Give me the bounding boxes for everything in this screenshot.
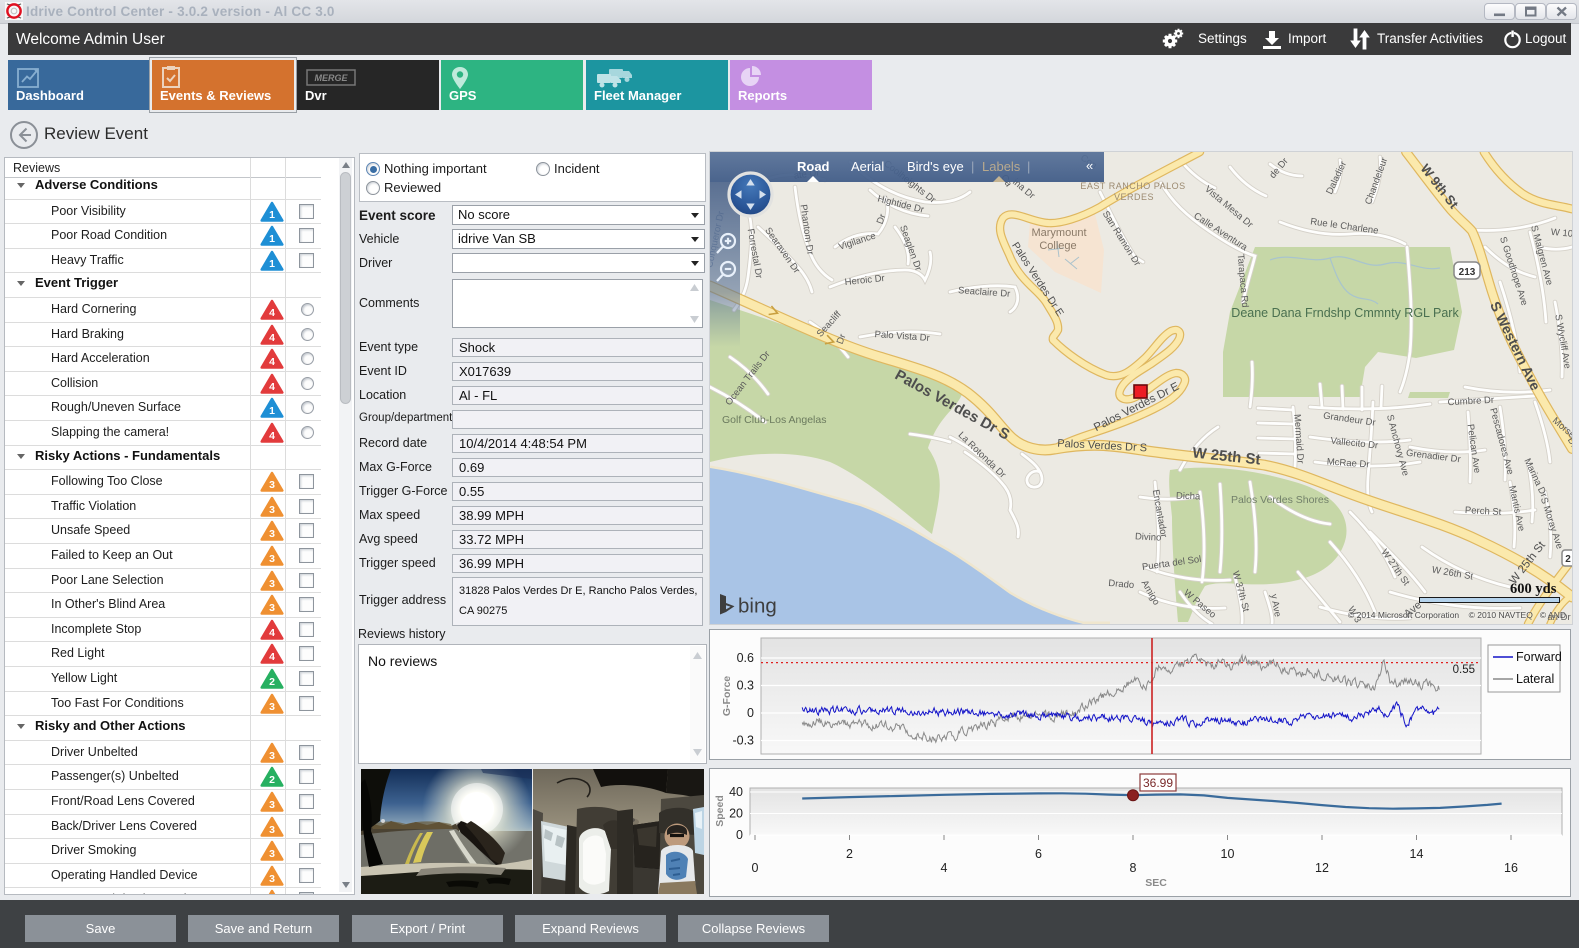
- svg-text:4: 4: [269, 651, 275, 663]
- svg-text:Speed: Speed: [714, 795, 726, 827]
- svg-text:4: 4: [269, 430, 275, 442]
- svg-text:6: 6: [1035, 847, 1042, 861]
- svg-text:EAST RANCHO PALOS: EAST RANCHO PALOS: [1080, 181, 1185, 191]
- svg-text:SEC: SEC: [1145, 877, 1167, 889]
- svg-text:4: 4: [269, 381, 275, 393]
- svg-text:3: 3: [269, 701, 275, 713]
- svg-text:3: 3: [269, 602, 275, 614]
- svg-text:4: 4: [269, 307, 275, 319]
- svg-text:2: 2: [1565, 554, 1571, 565]
- svg-text:MERGE: MERGE: [314, 73, 348, 83]
- svg-text:3: 3: [269, 553, 275, 565]
- svg-text:Divino: Divino: [1135, 531, 1162, 543]
- svg-text:3: 3: [269, 848, 275, 860]
- svg-text:20: 20: [729, 807, 743, 821]
- svg-text:3: 3: [269, 824, 275, 836]
- svg-text:0: 0: [747, 706, 754, 720]
- svg-text:VERDES: VERDES: [1114, 192, 1154, 202]
- svg-text:Marymount: Marymount: [1031, 227, 1086, 239]
- svg-text:0.55: 0.55: [1453, 664, 1475, 676]
- svg-text:Dicha: Dicha: [1176, 491, 1201, 503]
- svg-text:2: 2: [269, 774, 275, 786]
- svg-text:G-Force: G-Force: [721, 676, 733, 716]
- svg-text:213: 213: [1459, 267, 1476, 278]
- svg-text:12: 12: [1315, 861, 1329, 875]
- svg-text:1: 1: [269, 258, 275, 270]
- svg-text:40: 40: [729, 785, 743, 799]
- svg-text:Forward: Forward: [1516, 650, 1562, 664]
- svg-text:8: 8: [1130, 861, 1137, 875]
- svg-text:3: 3: [269, 479, 275, 491]
- svg-text:16: 16: [1504, 861, 1518, 875]
- svg-text:0.6: 0.6: [737, 651, 754, 665]
- svg-text:Lateral: Lateral: [1516, 672, 1554, 686]
- svg-text:1: 1: [269, 405, 275, 417]
- svg-text:Perch St: Perch St: [1465, 505, 1502, 518]
- svg-text:-0.3: -0.3: [732, 734, 754, 748]
- svg-text:bing: bing: [738, 595, 777, 618]
- svg-text:1: 1: [269, 209, 275, 221]
- svg-text:2: 2: [269, 676, 275, 688]
- svg-text:0.3: 0.3: [737, 679, 754, 693]
- svg-text:Palos Verdes Shores: Palos Verdes Shores: [1231, 494, 1329, 506]
- svg-text:3: 3: [269, 873, 275, 885]
- svg-text:10: 10: [1221, 847, 1235, 861]
- svg-text:4: 4: [269, 356, 275, 368]
- svg-text:W 10t: W 10t: [1550, 227, 1572, 240]
- svg-text:4: 4: [269, 627, 275, 639]
- svg-text:36.99: 36.99: [1143, 776, 1173, 790]
- svg-text:1: 1: [269, 233, 275, 245]
- svg-text:3: 3: [269, 528, 275, 540]
- svg-text:Deane Dana Frndshp Cmmnty RGL: Deane Dana Frndshp Cmmnty RGL Park: [1231, 306, 1459, 320]
- svg-text:3: 3: [269, 750, 275, 762]
- svg-text:College: College: [1039, 240, 1076, 252]
- svg-text:0: 0: [736, 828, 743, 842]
- svg-text:Golf Club-Los Angelas: Golf Club-Los Angelas: [722, 414, 826, 426]
- svg-text:3: 3: [269, 578, 275, 590]
- svg-text:Drado: Drado: [1108, 578, 1135, 591]
- svg-text:3: 3: [269, 799, 275, 811]
- svg-text:3: 3: [269, 504, 275, 516]
- svg-text:4: 4: [941, 861, 948, 875]
- svg-text:0: 0: [752, 861, 759, 875]
- svg-text:4: 4: [269, 332, 275, 344]
- svg-text:14: 14: [1410, 847, 1424, 861]
- svg-text:2: 2: [846, 847, 853, 861]
